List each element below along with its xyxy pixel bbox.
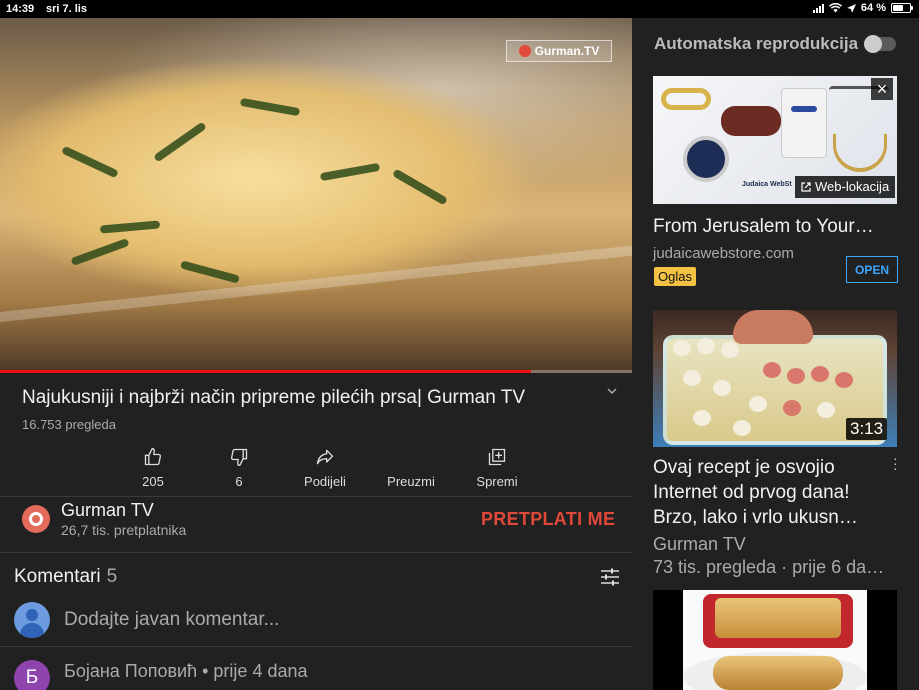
dislike-count: 6 xyxy=(235,474,243,489)
thumb-down-icon xyxy=(230,448,248,467)
channel-watermark: Gurman.TV xyxy=(506,40,612,62)
sort-comments-icon[interactable] xyxy=(600,568,620,586)
thumbnail-food xyxy=(683,370,701,386)
status-indicators: 64 % xyxy=(812,2,913,14)
ad-title[interactable]: From Jerusalem to Your… xyxy=(653,216,874,238)
thumbnail-food xyxy=(721,342,739,358)
video-frame-herb xyxy=(153,121,207,163)
status-date: sri 7. lis xyxy=(46,3,87,15)
thumbnail-food xyxy=(673,340,691,356)
watermark-text: Gurman.TV xyxy=(534,44,600,58)
ad-product-shape xyxy=(661,88,711,110)
ad-domain: judaicawebstore.com xyxy=(653,245,794,262)
thumbnail-food xyxy=(713,656,843,690)
thumbnail-food xyxy=(783,400,801,416)
thumbnail-food xyxy=(749,396,767,412)
like-count: 205 xyxy=(142,474,164,489)
like-button[interactable]: 205 xyxy=(110,446,196,489)
recommended-video-channel: Gurman TV xyxy=(653,534,746,554)
comments-count: 5 xyxy=(106,566,118,587)
expand-description-chevron-icon[interactable] xyxy=(606,386,618,398)
save-label: Spremi xyxy=(476,474,518,489)
status-time: 14:39 xyxy=(6,3,35,15)
thumbnail-food xyxy=(697,338,715,354)
video-frame-herb xyxy=(179,260,241,284)
dislike-button[interactable]: 6 xyxy=(196,446,282,489)
thumbnail-food xyxy=(787,368,805,384)
video-actions: 205 6 Podijeli Preuzmi Spremi xyxy=(110,446,540,489)
video-frame-herb xyxy=(61,145,119,179)
thumbnail-food xyxy=(733,420,751,436)
recommended-video-title[interactable]: Ovaj recept je osvojio Internet od prvog… xyxy=(653,455,893,530)
video-frame-dish xyxy=(0,242,632,373)
wifi-icon xyxy=(828,3,842,13)
video-progress-bar[interactable] xyxy=(0,370,632,373)
thumbnail-food xyxy=(835,372,853,388)
location-icon xyxy=(846,3,856,13)
video-frame-herb xyxy=(99,220,161,234)
video-thumbnail[interactable] xyxy=(653,590,897,690)
subscriber-count: 26,7 tis. pretplatnika xyxy=(61,522,187,538)
divider xyxy=(0,646,632,647)
autoplay-toggle[interactable] xyxy=(864,35,896,53)
ad-product-shape xyxy=(721,106,781,136)
battery-icon xyxy=(891,3,913,13)
save-button[interactable]: Spremi xyxy=(454,446,540,489)
video-frame-herb xyxy=(319,162,381,182)
current-user-avatar xyxy=(14,602,50,638)
thumbnail-food xyxy=(811,366,829,382)
share-button[interactable]: Podijeli xyxy=(282,446,368,489)
ad-product-shape xyxy=(781,88,827,158)
thumbnail-food xyxy=(763,362,781,378)
download-button[interactable]: Preuzmi xyxy=(368,446,454,489)
comment-author-avatar[interactable]: Б xyxy=(14,660,50,690)
download-label: Preuzmi xyxy=(387,474,435,489)
channel-name[interactable]: Gurman TV xyxy=(61,500,154,521)
cellular-signal-icon xyxy=(812,3,824,13)
ad-badge: Oglas xyxy=(654,267,696,286)
external-link-icon xyxy=(801,182,811,192)
video-frame-herb xyxy=(392,168,448,206)
ad-product-shape xyxy=(683,136,729,182)
watermark-logo-icon xyxy=(518,45,531,57)
divider xyxy=(0,496,632,497)
autoplay-label: Automatska reprodukcija xyxy=(654,34,859,53)
thumbnail-hand xyxy=(733,310,813,344)
video-frame-herb xyxy=(239,97,301,117)
thumbnail-food xyxy=(713,380,731,396)
battery-percent: 64 % xyxy=(860,2,886,14)
video-title: Najukusniji i najbrži način pripreme pil… xyxy=(22,387,526,408)
subscribe-button[interactable]: PRETPLATI ME xyxy=(481,509,615,530)
add-comment-input[interactable]: Dodajte javan komentar... xyxy=(64,609,279,631)
download-icon xyxy=(410,456,412,458)
thumbnail-food xyxy=(715,598,841,638)
thumb-up-icon xyxy=(144,447,162,466)
ad-product-shape xyxy=(833,134,887,172)
thumbnail-food xyxy=(817,402,835,418)
video-progress-played xyxy=(0,370,531,373)
ad-website-label: Web-lokacija xyxy=(815,179,890,194)
share-label: Podijeli xyxy=(304,474,346,489)
more-options-icon[interactable]: · · · xyxy=(893,451,898,475)
ad-open-button[interactable]: OPEN xyxy=(846,256,898,283)
comments-title: Komentari xyxy=(14,566,101,587)
ad-website-link[interactable]: Web-lokacija xyxy=(795,176,896,198)
ad-product-shape xyxy=(791,106,817,112)
video-duration: 3:13 xyxy=(846,418,888,440)
recommended-video-meta: 73 tis. pregleda · prije 6 da… xyxy=(653,557,885,577)
comments-heading[interactable]: Komentari 5 xyxy=(14,566,117,588)
close-ad-icon[interactable]: × xyxy=(871,78,893,100)
ad-brand-text: Judaica WebSt xyxy=(742,181,792,188)
status-bar: 14:39 sri 7. lis 64 % xyxy=(0,0,919,18)
view-count: 16.753 pregleda xyxy=(22,417,116,432)
channel-avatar[interactable] xyxy=(22,505,50,533)
save-icon xyxy=(488,448,506,466)
thumbnail-food xyxy=(693,410,711,426)
comment-author-line: Бојана Поповић • prije 4 dana xyxy=(64,661,308,681)
share-icon xyxy=(316,449,334,465)
divider xyxy=(0,552,632,553)
video-player[interactable]: Gurman.TV xyxy=(0,18,632,373)
video-frame-herb xyxy=(70,237,130,267)
